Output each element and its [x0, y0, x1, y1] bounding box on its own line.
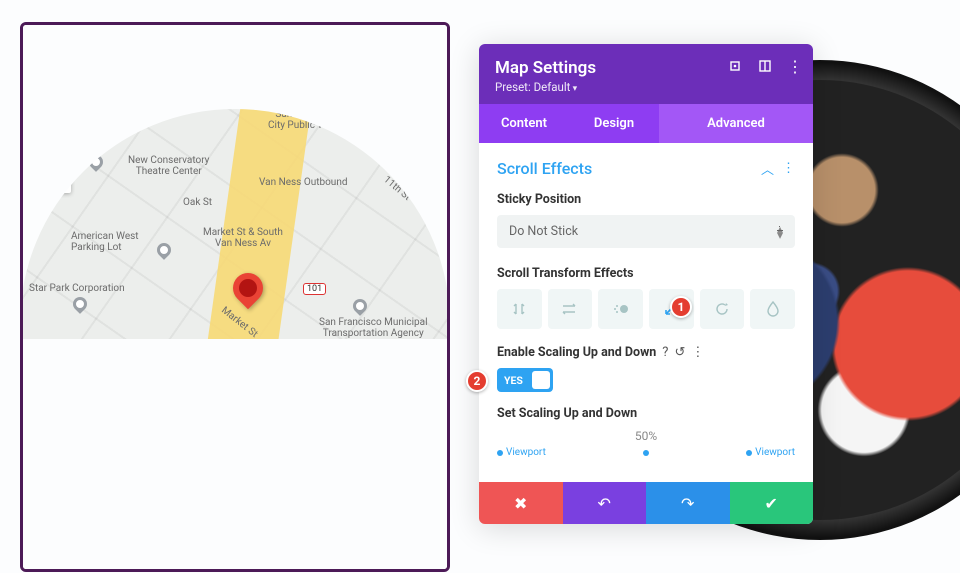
zoom-out-button[interactable]: −: [35, 157, 71, 193]
zoom-control: + −: [35, 121, 71, 193]
effect-horizontal-button[interactable]: [548, 289, 593, 329]
enable-scaling-toggle[interactable]: YES: [497, 368, 553, 392]
effect-vertical-button[interactable]: [497, 289, 542, 329]
sticky-value: Do Not Stick: [509, 224, 578, 239]
mask: [20, 339, 450, 572]
tab-design[interactable]: Design: [569, 104, 659, 143]
panel-body: Scroll Effects ︿ ⋮ Sticky Position Do Not…: [479, 143, 813, 468]
redo-icon: ↷: [681, 494, 694, 513]
map-type-control: Map Satellite: [35, 37, 183, 73]
effect-blur-button[interactable]: [750, 289, 795, 329]
transform-label: Scroll Transform Effects: [497, 266, 795, 281]
panel-footer: ✖ ↶ ↷ ✔: [479, 482, 813, 524]
section-menu-icon[interactable]: ⋮: [782, 161, 795, 176]
kebab-menu-icon[interactable]: ⋮: [787, 58, 803, 74]
map-module: Center for Complex Intersection for the …: [20, 22, 450, 572]
expand-icon[interactable]: [727, 58, 743, 74]
sticky-select[interactable]: Do Not Stick ▴▾: [497, 215, 795, 248]
reset-icon[interactable]: ↺: [674, 345, 685, 360]
tab-content[interactable]: Content: [479, 104, 569, 143]
poi-label: Intersection for the Arts: [285, 37, 391, 48]
cancel-button[interactable]: ✖: [479, 482, 563, 524]
effect-rotate-button[interactable]: [700, 289, 745, 329]
map-type-map[interactable]: Map: [35, 37, 97, 73]
save-button[interactable]: ✔: [730, 482, 814, 524]
fullscreen-icon: [409, 47, 425, 63]
enable-scaling-label: Enable Scaling Up and Down: [497, 345, 656, 360]
enable-scaling-row: Enable Scaling Up and Down ? ↺ ⋮: [497, 345, 795, 360]
collapse-icon[interactable]: ︿: [761, 159, 774, 178]
undo-icon: ↶: [598, 494, 611, 513]
settings-tabs: Content Design Advanced: [479, 104, 813, 143]
select-chevron-icon: ▴▾: [777, 226, 783, 238]
viewport-labels: Viewport Viewport: [497, 447, 795, 458]
undo-button[interactable]: ↶: [563, 482, 647, 524]
redo-button[interactable]: ↷: [646, 482, 730, 524]
toggle-text: YES: [504, 374, 523, 387]
section-header[interactable]: Scroll Effects ︿ ⋮: [497, 159, 795, 178]
help-icon[interactable]: ?: [662, 345, 668, 360]
close-icon: ✖: [514, 494, 527, 513]
callout-1: 1: [670, 296, 692, 318]
tab-advanced[interactable]: Advanced: [659, 104, 813, 143]
columns-icon[interactable]: [757, 58, 773, 74]
sticky-label: Sticky Position: [497, 192, 795, 207]
fullscreen-button[interactable]: [399, 37, 435, 73]
scaling-percent: 50%: [497, 429, 795, 443]
street-label: Hickory St: [178, 83, 223, 94]
transform-effects-row: [497, 289, 795, 329]
panel-header: Map Settings Preset: Default ⋮: [479, 44, 813, 104]
section-title: Scroll Effects: [497, 159, 592, 178]
effect-fade-button[interactable]: [598, 289, 643, 329]
callout-2: 2: [466, 370, 488, 392]
poi-sublabel: Temporarily closed: [83, 83, 151, 92]
preset-selector[interactable]: Preset: Default: [495, 80, 797, 94]
option-menu-icon[interactable]: ⋮: [691, 345, 704, 360]
set-scaling-label: Set Scaling Up and Down: [497, 406, 795, 421]
zoom-in-button[interactable]: +: [35, 121, 71, 157]
check-icon: ✔: [765, 494, 778, 513]
settings-panel: Map Settings Preset: Default ⋮ Content D…: [479, 44, 813, 524]
map-type-satellite[interactable]: Satellite: [97, 37, 184, 73]
